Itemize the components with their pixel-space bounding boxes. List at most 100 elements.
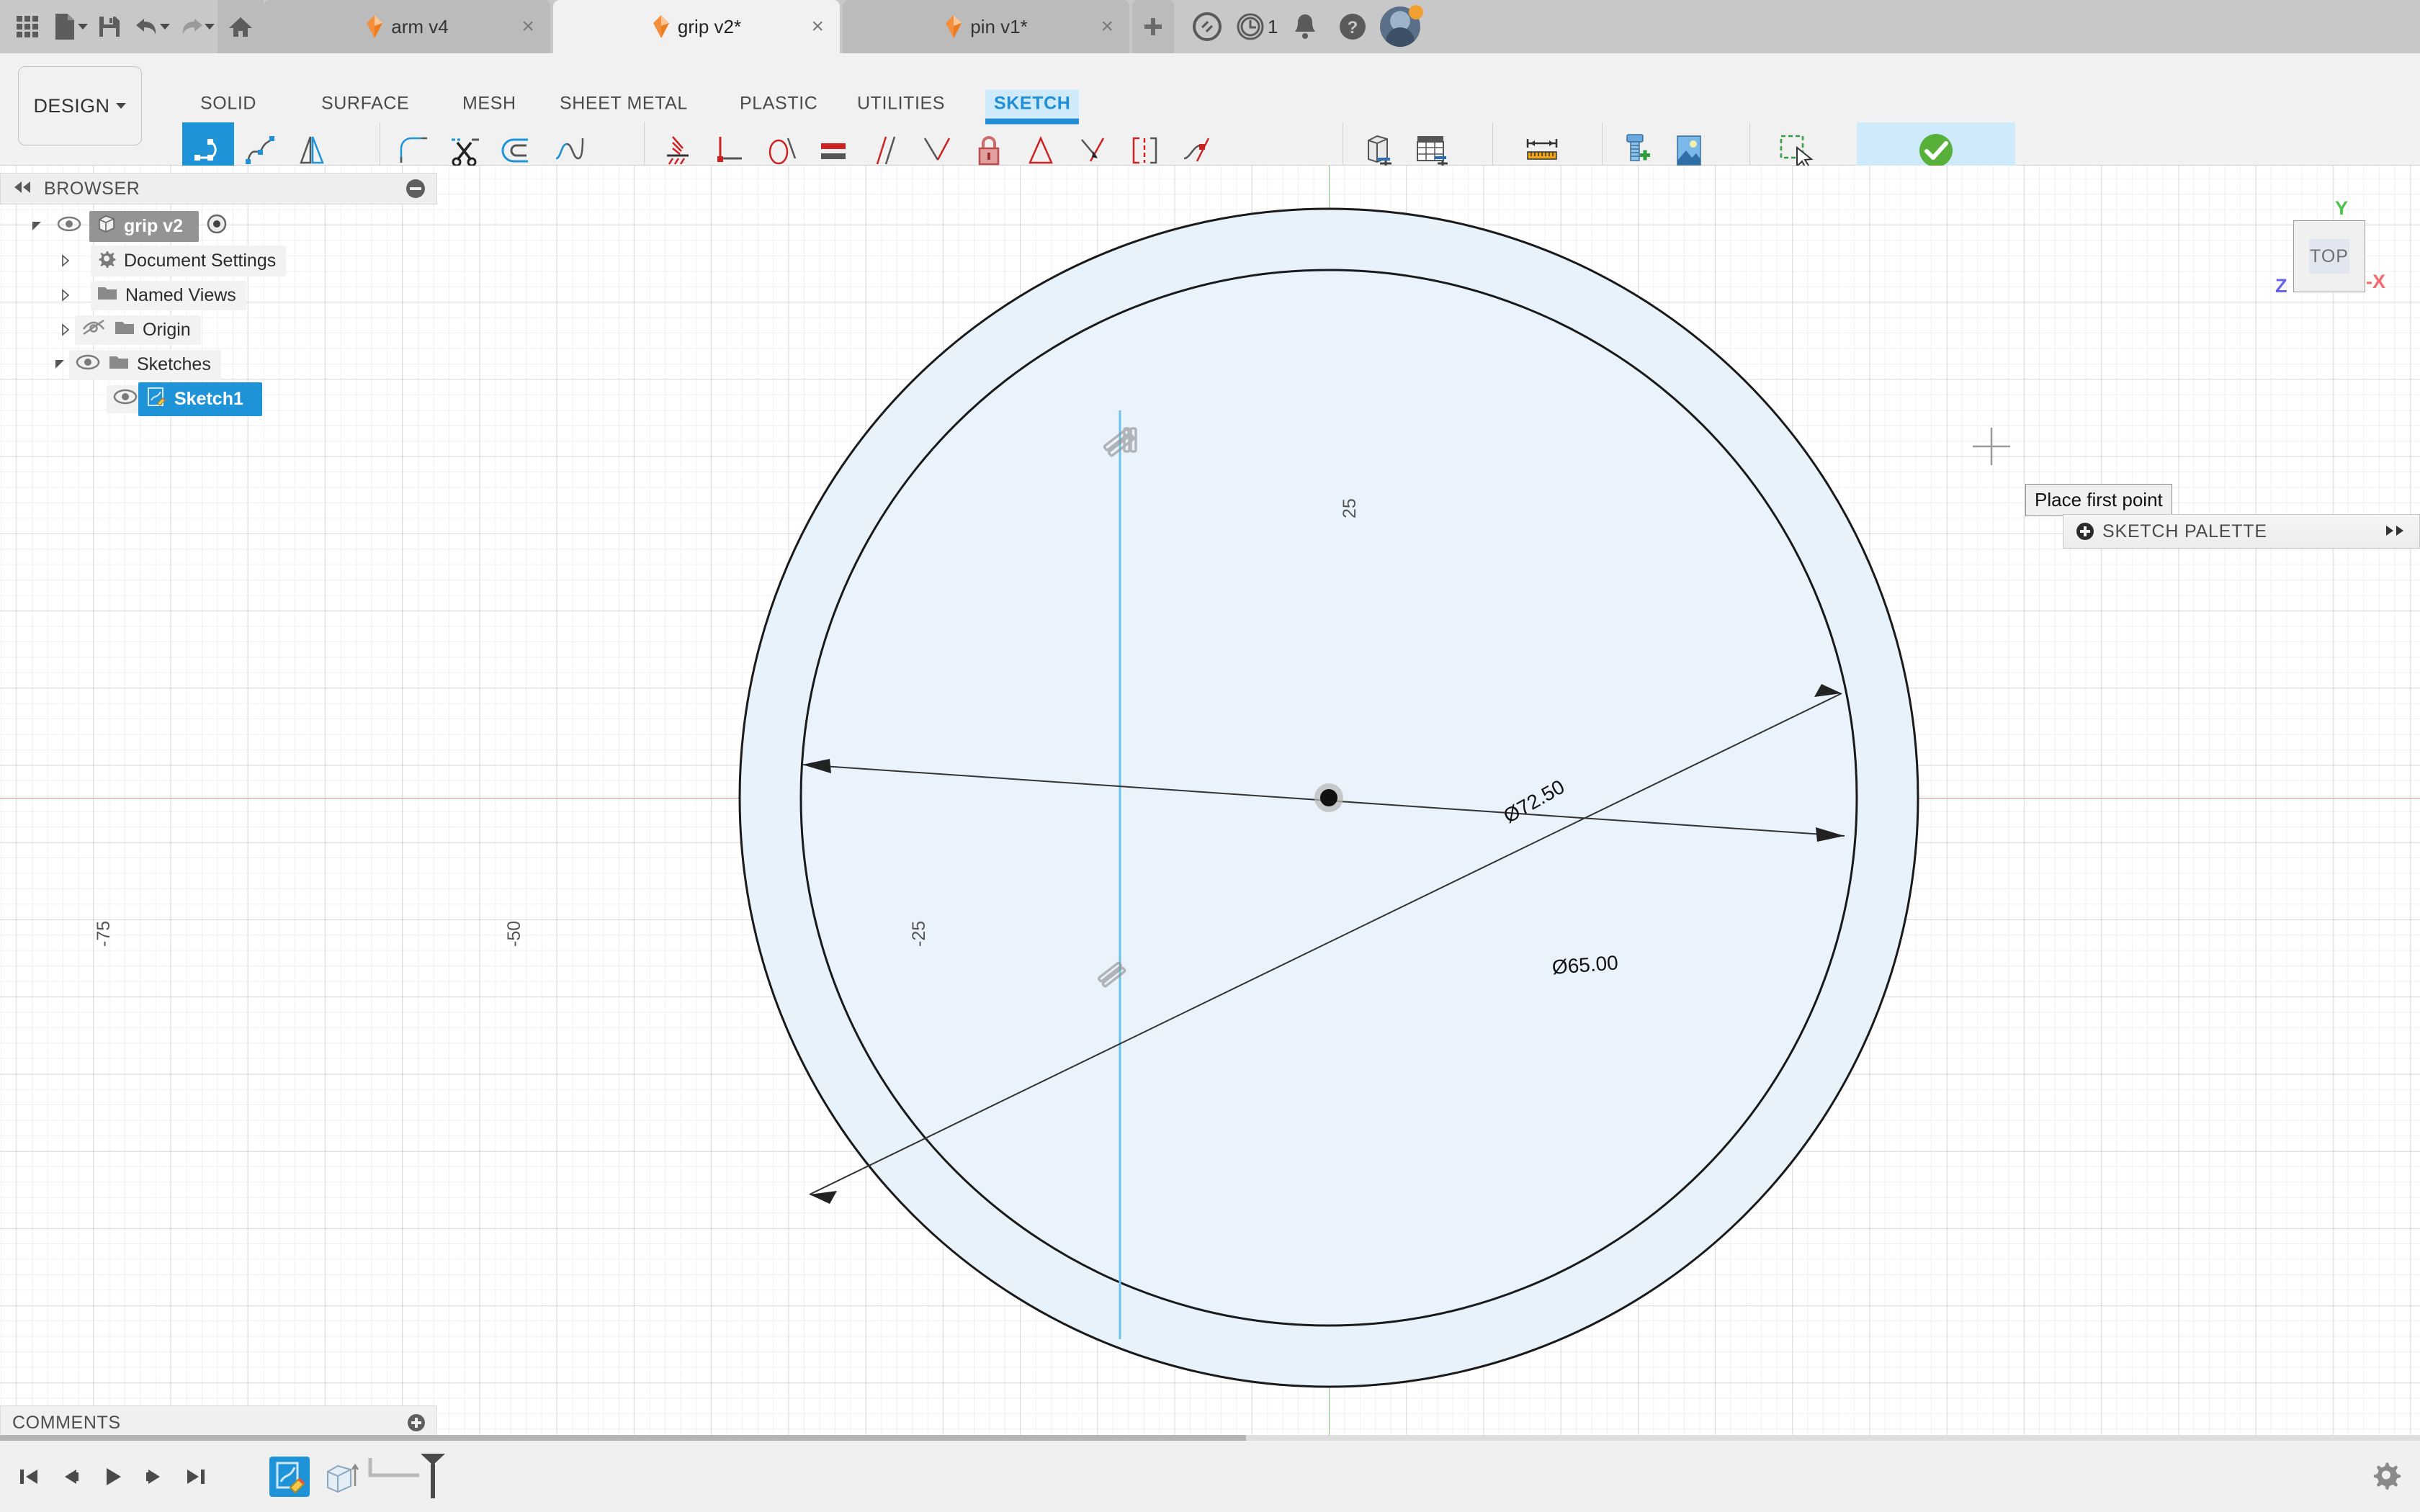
home-icon[interactable] — [218, 0, 264, 53]
grid-label-25: 25 — [1340, 498, 1360, 518]
timeline-settings-icon[interactable] — [2370, 1458, 2403, 1495]
sketch-icon — [145, 386, 167, 413]
quick-access-toolbar — [0, 0, 264, 53]
redo-icon[interactable] — [173, 4, 210, 49]
timeline-scrollbar[interactable] — [0, 1435, 2420, 1441]
viewcube-axis-y: Y — [2335, 197, 2349, 219]
play-icon[interactable] — [94, 1455, 131, 1498]
browser-header: BROWSER — [0, 173, 437, 204]
sketch-origin-point — [1320, 789, 1337, 806]
crosshair-cursor — [1973, 428, 2010, 465]
expand-arrow-collapsed[interactable] — [56, 254, 75, 267]
comments-label: COMMENTS — [12, 1412, 121, 1433]
document-tab-0[interactable]: arm v4 × — [264, 0, 550, 53]
grid-label-neg75: -75 — [94, 920, 114, 947]
new-file-icon[interactable] — [46, 4, 84, 49]
grid-label-neg25: -25 — [909, 920, 929, 947]
collapse-left-icon[interactable] — [12, 180, 32, 198]
sketch-palette-label: SKETCH PALETTE — [2102, 521, 2267, 541]
document-tab-label: pin v1* — [970, 15, 1028, 37]
tree-item-named-views[interactable]: Named Views — [0, 278, 437, 312]
sketch-palette-header[interactable]: SKETCH PALETTE — [2063, 514, 2420, 549]
folder-icon — [108, 353, 130, 377]
tab-utilities[interactable]: UTILITIES — [848, 90, 954, 118]
ribbon: DESIGN SOLID SURFACE MESH SHEET METAL PL… — [0, 53, 2420, 206]
visibility-eye-off-icon[interactable] — [81, 319, 107, 341]
fusion-doc-icon — [367, 15, 383, 38]
fusion-doc-icon — [946, 15, 962, 38]
visibility-eye-icon[interactable] — [56, 215, 82, 238]
visibility-eye-icon[interactable] — [75, 354, 101, 376]
visibility-eye-icon[interactable] — [112, 388, 138, 410]
save-icon[interactable] — [91, 4, 128, 49]
bell-icon[interactable] — [1285, 6, 1325, 47]
tree-item-label: Sketch1 — [174, 388, 243, 409]
tree-item-label: Named Views — [125, 284, 236, 305]
expand-arrow-expanded[interactable] — [50, 358, 69, 371]
tab-sketch[interactable]: SKETCH — [985, 89, 1080, 125]
new-tab-button[interactable] — [1132, 0, 1174, 53]
top-bar: arm v4 × grip v2* × pin v1* × 1 ? — [0, 0, 2420, 53]
tree-item-sketch1[interactable]: Sketch1 — [0, 382, 437, 416]
job-status-icon[interactable]: 1 — [1234, 6, 1278, 47]
coincident-constraint-icon[interactable] — [1093, 956, 1131, 997]
design-workspace-button[interactable]: DESIGN — [18, 66, 142, 145]
document-tab-close[interactable]: × — [521, 16, 534, 37]
activate-component-radio[interactable] — [205, 212, 229, 241]
document-tab-2[interactable]: pin v1* × — [843, 0, 1129, 53]
tree-item-sketches[interactable]: Sketches — [0, 347, 437, 382]
minimize-icon[interactable] — [406, 179, 425, 198]
tab-sheet-metal[interactable]: SHEET METAL — [551, 90, 696, 118]
viewcube-face-top[interactable]: TOP — [2293, 220, 2365, 292]
document-tab-label: arm v4 — [391, 15, 449, 37]
tooltip: Place first point — [2025, 484, 2172, 516]
document-tab-close[interactable]: × — [1101, 16, 1113, 37]
tree-item-document-settings[interactable]: Document Settings — [0, 243, 437, 278]
component-icon — [97, 214, 117, 239]
browser-title: BROWSER — [44, 178, 140, 199]
gear-icon — [97, 248, 117, 274]
dimension-text-65-00[interactable]: Ø65.00 — [1551, 951, 1619, 979]
add-comment-icon[interactable] — [408, 1414, 425, 1431]
timeline-feature-sketch1[interactable] — [265, 1452, 314, 1501]
expand-right-icon[interactable] — [2385, 521, 2406, 542]
tree-item-grip-v2[interactable]: grip v2 — [0, 209, 437, 243]
avatar-status-dot — [1409, 5, 1424, 19]
tab-solid[interactable]: SOLID — [192, 90, 265, 118]
svg-text:?: ? — [1348, 18, 1358, 37]
tree-item-origin[interactable]: Origin — [0, 312, 437, 347]
design-label: DESIGN — [33, 94, 110, 117]
grid-label-neg50: -50 — [504, 920, 524, 947]
expand-arrow-expanded[interactable] — [27, 220, 46, 233]
tab-mesh[interactable]: MESH — [454, 90, 525, 118]
browser-panel: BROWSER grip v2 Document Settings Named … — [0, 173, 437, 416]
document-tab-label: grip v2* — [677, 15, 742, 37]
jump-to-end-icon[interactable] — [177, 1455, 215, 1498]
view-cube[interactable]: Y Z -X TOP — [2272, 197, 2387, 317]
timeline-feature-extrude[interactable] — [318, 1452, 367, 1501]
app-grid-icon[interactable] — [9, 4, 46, 49]
timeline-scroll-thumb[interactable] — [0, 1435, 1246, 1441]
expand-arrow-collapsed[interactable] — [56, 289, 75, 302]
avatar[interactable] — [1380, 5, 1424, 47]
timeline-marker[interactable] — [367, 1453, 447, 1500]
undo-icon[interactable] — [128, 4, 166, 49]
step-back-icon[interactable] — [52, 1455, 89, 1498]
document-tabs: arm v4 × grip v2* × pin v1* × — [264, 0, 1174, 53]
document-tab-close[interactable]: × — [811, 16, 824, 37]
step-forward-icon[interactable] — [135, 1455, 173, 1498]
expand-arrow-collapsed[interactable] — [56, 323, 75, 336]
coincident-constraint-icon[interactable] — [1098, 421, 1143, 469]
viewcube-face-label: TOP — [2309, 239, 2349, 274]
tab-plastic[interactable]: PLASTIC — [731, 90, 826, 118]
jump-to-beginning-icon[interactable] — [10, 1455, 48, 1498]
document-tab-1[interactable]: grip v2* × — [553, 0, 840, 53]
viewcube-axis-z: Z — [2275, 275, 2287, 297]
top-right-toolbar: 1 ? — [1187, 0, 1424, 53]
tab-surface[interactable]: SURFACE — [313, 90, 418, 118]
extension-icon[interactable] — [1187, 6, 1227, 47]
fusion-doc-icon — [653, 15, 669, 38]
viewcube-axis-x: -X — [2366, 271, 2385, 292]
help-icon[interactable]: ? — [1332, 6, 1373, 47]
job-status-count: 1 — [1268, 15, 1278, 37]
